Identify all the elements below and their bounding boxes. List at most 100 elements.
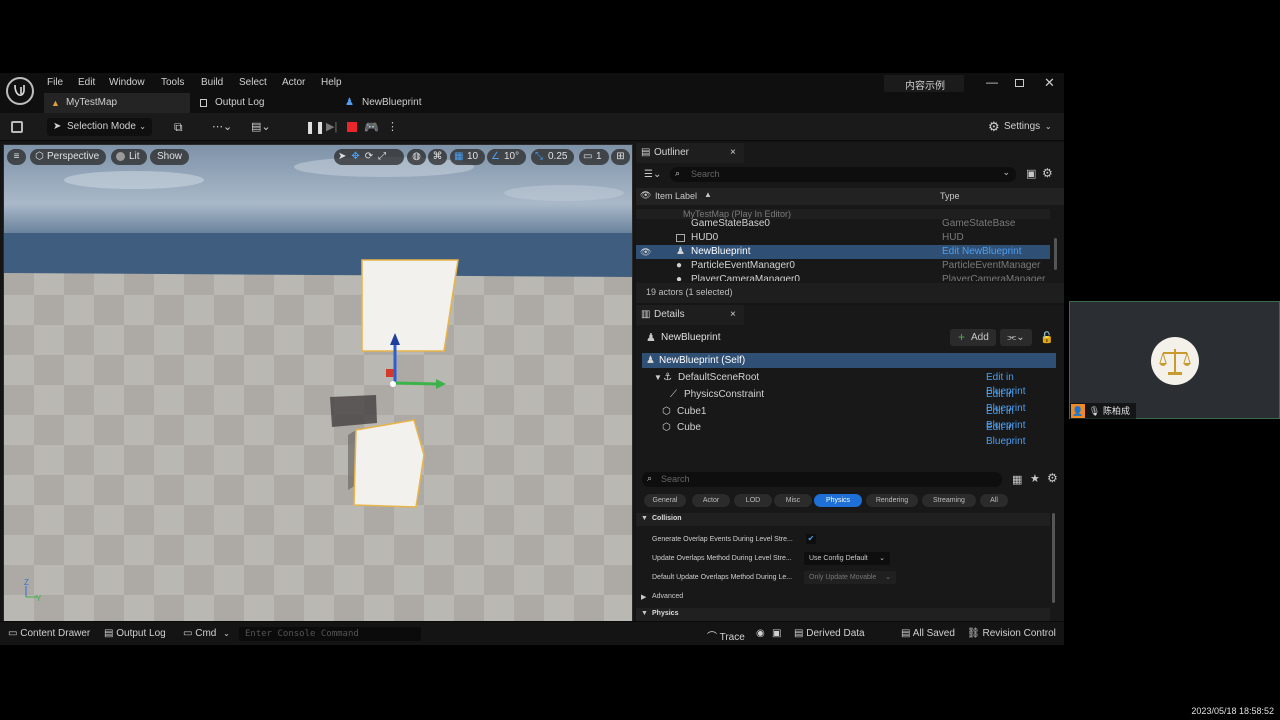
expand-icon[interactable]: ▼ bbox=[654, 371, 662, 385]
output-log-button[interactable]: ▤ Output Log bbox=[104, 628, 166, 639]
minimize-icon[interactable]: — bbox=[986, 75, 998, 89]
console-input[interactable]: Enter Console Command bbox=[239, 627, 421, 641]
add-content-icon[interactable]: ⧉ bbox=[174, 118, 200, 136]
default-update-overlaps-dropdown[interactable]: Only Update Movable ⌄ bbox=[804, 571, 896, 584]
outliner-row[interactable]: GameStateBase0 GameStateBase bbox=[636, 217, 1050, 231]
stop-icon[interactable] bbox=[347, 122, 357, 132]
screenshot-icon[interactable]: ▣ bbox=[772, 628, 781, 639]
outliner-search-input[interactable]: ⌕ Search ⌄ bbox=[670, 167, 1016, 182]
category-streaming[interactable]: Streaming bbox=[922, 494, 976, 507]
more-options-icon[interactable]: ⋮ bbox=[387, 118, 398, 136]
record-icon[interactable]: ◉ bbox=[756, 628, 765, 639]
pause-icon[interactable]: ❚❚ bbox=[305, 118, 325, 136]
table-view-icon[interactable]: ▦ bbox=[1012, 473, 1022, 486]
menu-select[interactable]: Select bbox=[239, 77, 267, 88]
menu-edit[interactable]: Edit bbox=[78, 77, 95, 88]
menu-tools[interactable]: Tools bbox=[161, 77, 184, 88]
tab-mytestmap[interactable]: ▲ MyTestMap bbox=[44, 93, 190, 113]
viewport-layout-icon[interactable]: ⊞ bbox=[611, 149, 630, 165]
restore-icon[interactable] bbox=[1015, 79, 1024, 87]
all-saved-button[interactable]: ▤ All Saved bbox=[901, 628, 955, 639]
category-rendering[interactable]: Rendering bbox=[866, 494, 918, 507]
close-window-icon[interactable]: ✕ bbox=[1044, 75, 1055, 91]
transform-tools[interactable]: ➤✥⟳⤢ bbox=[334, 149, 404, 165]
unreal-logo-icon[interactable] bbox=[6, 77, 34, 105]
translate-tool-icon[interactable]: ✥ bbox=[351, 151, 364, 162]
collision-section-header[interactable]: ▼ Collision bbox=[636, 513, 1050, 526]
grid-snap-button[interactable]: ▦ 10 bbox=[450, 149, 486, 165]
category-lod[interactable]: LOD bbox=[734, 494, 772, 507]
lock-icon[interactable]: 🔓 bbox=[1040, 331, 1054, 344]
menu-build[interactable]: Build bbox=[201, 77, 223, 88]
gear-icon[interactable]: ⚙ bbox=[1047, 471, 1058, 485]
eye-icon[interactable]: 👁 bbox=[640, 245, 651, 259]
select-tool-icon[interactable]: ➤ bbox=[338, 151, 351, 162]
camera-speed-button[interactable]: ▭ 1 bbox=[579, 149, 609, 165]
category-actor[interactable]: Actor bbox=[692, 494, 730, 507]
menu-actor[interactable]: Actor bbox=[282, 77, 305, 88]
star-icon[interactable]: ★ bbox=[1030, 472, 1040, 485]
world-local-icon[interactable]: ◍ bbox=[407, 149, 426, 165]
selection-mode-dropdown[interactable]: ➤ Selection Mode ⌄ bbox=[47, 118, 152, 136]
tab-newblueprint[interactable]: ♟ NewBlueprint bbox=[340, 93, 480, 113]
component-row[interactable]: ⬡ Cube Edit in Blueprint bbox=[642, 421, 1056, 447]
close-icon[interactable]: × bbox=[730, 143, 736, 163]
rotate-tool-icon[interactable]: ⟳ bbox=[365, 151, 378, 162]
lit-button[interactable]: Lit bbox=[111, 149, 147, 165]
cinematics-dropdown-icon[interactable]: ▤⌄ bbox=[251, 118, 279, 136]
outliner-scrollbar[interactable] bbox=[1054, 238, 1057, 270]
settings-button[interactable]: ⚙ Settings ⌄ bbox=[988, 118, 1058, 136]
rotation-snap-button[interactable]: ∠ 10° bbox=[487, 149, 527, 165]
trace-button[interactable]: ⌒ Trace bbox=[707, 628, 745, 643]
component-row[interactable]: ⬡ Cube1 Edit in Blueprint bbox=[642, 405, 1056, 431]
details-search-input[interactable]: ⌕ Search bbox=[642, 472, 1002, 487]
menu-help[interactable]: Help bbox=[321, 77, 342, 88]
show-button[interactable]: Show bbox=[150, 149, 190, 165]
menu-file[interactable]: File bbox=[47, 77, 63, 88]
details-tab[interactable]: ▥ Details × bbox=[636, 305, 744, 325]
component-row[interactable]: ⟋ PhysicsConstraint Edit in Blueprint bbox=[642, 388, 1056, 414]
level-viewport[interactable]: Z Y ≡ ⬡ Perspective Lit Show ➤✥⟳⤢ ◍ ⌘ ▦ … bbox=[3, 144, 633, 622]
category-physics[interactable]: Physics bbox=[814, 494, 862, 507]
gamepad-icon[interactable]: 🎮 bbox=[364, 118, 380, 136]
surface-snap-icon[interactable]: ⌘ bbox=[428, 149, 447, 165]
advanced-section-header[interactable]: ▶ Advanced bbox=[636, 591, 1050, 604]
category-general[interactable]: General bbox=[644, 494, 686, 507]
tab-output-log[interactable]: Output Log bbox=[193, 93, 333, 113]
row-type-link[interactable]: Edit NewBlueprint bbox=[942, 245, 1021, 259]
revision-control-button[interactable]: ⛓ Revision Control bbox=[967, 628, 1056, 639]
add-component-button[interactable]: + Add bbox=[950, 329, 996, 346]
content-drawer-button[interactable]: ▭ Content Drawer bbox=[8, 628, 90, 639]
close-icon[interactable]: × bbox=[730, 305, 736, 325]
filter-icon[interactable]: ☰⌄ bbox=[644, 169, 661, 180]
physics-section-header[interactable]: ▼ Physics bbox=[636, 608, 1050, 621]
folder-add-icon[interactable]: ▣ bbox=[1026, 167, 1036, 180]
outliner-tab[interactable]: ▤ Outliner × bbox=[636, 143, 744, 163]
gear-icon[interactable]: ⚙ bbox=[1042, 166, 1053, 180]
perspective-button[interactable]: ⬡ Perspective bbox=[30, 149, 107, 165]
step-icon[interactable]: ▶| bbox=[326, 118, 342, 136]
scale-tool-icon[interactable]: ⤢ bbox=[378, 151, 391, 162]
derived-data-button[interactable]: ▤ Derived Data bbox=[794, 628, 865, 639]
outliner-row[interactable]: ● ParticleEventManager0 ParticleEventMan… bbox=[636, 259, 1050, 273]
menu-window[interactable]: Window bbox=[109, 77, 145, 88]
viewport-scene[interactable]: Z Y bbox=[4, 145, 633, 622]
outliner-row[interactable]: ● PlayerCameraManager0 PlayerCameraManag… bbox=[636, 273, 1050, 281]
viewport-menu-button[interactable]: ≡ bbox=[7, 149, 26, 165]
column-item-label[interactable]: Item Label bbox=[655, 191, 697, 201]
outliner-row[interactable]: HUD0 HUD bbox=[636, 231, 1050, 245]
cmd-dropdown[interactable]: ▭ Cmd ⌄ bbox=[183, 628, 230, 639]
outliner-row-selected[interactable]: 👁 ♟ NewBlueprint Edit NewBlueprint bbox=[636, 245, 1050, 259]
edit-in-blueprint-link[interactable]: Edit in Blueprint bbox=[986, 421, 1056, 449]
component-self[interactable]: ♟ NewBlueprint (Self) bbox=[642, 353, 1056, 368]
blueprint-options-icon[interactable]: ⫘⌄ bbox=[1000, 329, 1032, 346]
blueprint-dropdown-icon[interactable]: ⋯⌄ bbox=[212, 118, 240, 136]
details-scrollbar[interactable] bbox=[1052, 513, 1055, 603]
category-all[interactable]: All bbox=[980, 494, 1008, 507]
save-icon[interactable] bbox=[11, 121, 23, 133]
component-row[interactable]: ▼ ⚓ DefaultSceneRoot Edit in Blueprint bbox=[642, 371, 1056, 397]
column-type[interactable]: Type bbox=[940, 191, 960, 201]
update-overlaps-dropdown[interactable]: Use Config Default ⌄ bbox=[804, 552, 890, 565]
generate-overlap-checkbox[interactable]: ✔ bbox=[806, 534, 816, 544]
scale-snap-button[interactable]: ⤡ 0.25 bbox=[531, 149, 575, 165]
